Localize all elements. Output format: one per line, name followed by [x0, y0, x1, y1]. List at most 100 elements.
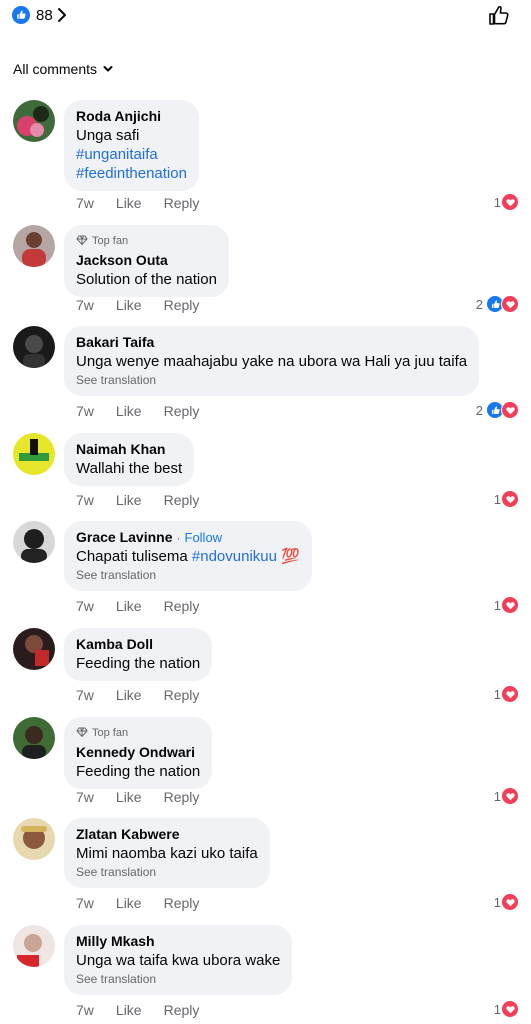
comment-reactions[interactable]: 1 [494, 596, 519, 614]
comment-text: Solution of the nation [76, 271, 217, 288]
follow-button[interactable]: Follow [185, 530, 223, 545]
see-translation-link[interactable]: See translation [76, 372, 467, 388]
reaction-count: 1 [493, 894, 501, 910]
comment-actions: 7w Like Reply [76, 789, 199, 805]
avatar[interactable] [13, 521, 55, 563]
comment-text: Feeding the nation [76, 655, 201, 672]
comment-text: Mimi naomba kazi uko taifa [76, 845, 258, 862]
reaction-count: 1 [493, 788, 501, 804]
comment-text: Unga safi [76, 127, 140, 144]
comment-actions: 7w Like Reply [76, 895, 199, 911]
comment-reactions[interactable]: 2 [476, 401, 519, 419]
comment-reactions[interactable]: 1 [494, 787, 519, 805]
reaction-count: 1 [493, 686, 501, 702]
comment-author[interactable]: Grace Lavinne [76, 528, 173, 547]
avatar[interactable] [13, 433, 55, 475]
reply-action[interactable]: Reply [164, 492, 200, 508]
like-action[interactable]: Like [116, 598, 142, 614]
comment-actions: 7w Like Reply [76, 687, 199, 703]
comment-actions: 7w Like Reply [76, 195, 199, 211]
like-action[interactable]: Like [116, 492, 142, 508]
filter-label: All comments [13, 61, 98, 77]
reply-action[interactable]: Reply [164, 687, 200, 703]
comment-reactions[interactable]: 1 [494, 193, 519, 211]
chevron-right-icon [57, 6, 71, 24]
comment-time: 7w [76, 598, 94, 614]
reply-action[interactable]: Reply [164, 297, 200, 313]
comment-author[interactable]: Jackson Outa [76, 251, 217, 270]
reply-action[interactable]: Reply [164, 403, 200, 419]
hashtag-link[interactable]: #ndovunikuu [192, 548, 277, 565]
see-translation-link[interactable]: See translation [76, 567, 300, 583]
like-action[interactable]: Like [116, 687, 142, 703]
reply-action[interactable]: Reply [164, 598, 200, 614]
like-action[interactable]: Like [116, 195, 142, 211]
author-row: Grace Lavinne · Follow [76, 528, 300, 547]
comment-bubble: Bakari Taifa Unga wenye maahajabu yake n… [64, 326, 480, 396]
reaction-count: 1 [493, 491, 501, 507]
like-action[interactable]: Like [116, 895, 142, 911]
comment-bubble: Roda Anjichi Unga safi #unganitaifa #fee… [64, 100, 199, 191]
comment-reactions[interactable]: 1 [494, 1000, 519, 1018]
comment-author[interactable]: Naimah Khan [76, 440, 182, 459]
love-icon [501, 685, 519, 703]
reply-action[interactable]: Reply [164, 195, 200, 211]
comment-filter-dropdown[interactable]: All comments [13, 60, 113, 78]
comment-reactions[interactable]: 2 [476, 295, 519, 313]
see-translation-link[interactable]: See translation [76, 971, 280, 987]
reaction-count: 2 [475, 296, 483, 312]
thumbs-up-outline-icon [487, 6, 511, 32]
diamond-icon [76, 232, 88, 250]
love-icon [501, 596, 519, 614]
comment-time: 7w [76, 492, 94, 508]
like-action[interactable]: Like [116, 297, 142, 313]
comment-reactions[interactable]: 1 [494, 893, 519, 911]
like-button[interactable] [487, 4, 511, 28]
comment-time: 7w [76, 687, 94, 703]
comment-actions: 7w Like Reply [76, 1002, 199, 1018]
like-action[interactable]: Like [116, 789, 142, 805]
avatar[interactable] [13, 925, 55, 967]
see-translation-link[interactable]: See translation [76, 864, 258, 880]
comment-author[interactable]: Roda Anjichi [76, 107, 187, 126]
reaction-count: 1 [493, 1001, 501, 1017]
avatar[interactable] [13, 100, 55, 142]
comment-actions: 7w Like Reply [76, 403, 199, 419]
comment-author[interactable]: Zlatan Kabwere [76, 825, 258, 844]
avatar[interactable] [13, 818, 55, 860]
diamond-icon [76, 724, 88, 742]
comment-text-body: Chapati tulisema [76, 548, 192, 565]
comment-author[interactable]: Milly Mkash [76, 932, 280, 951]
avatar[interactable] [13, 628, 55, 670]
comment-text: Unga wa taifa kwa ubora wake [76, 952, 281, 969]
comment-bubble: Naimah Khan Wallahi the best [64, 433, 195, 486]
like-action[interactable]: Like [116, 403, 142, 419]
separator-dot: · [176, 530, 181, 545]
comment-text: Chapati tulisema #ndovunikuu 💯 [76, 547, 300, 566]
avatar[interactable] [13, 326, 55, 368]
like-action[interactable]: Like [116, 1002, 142, 1018]
avatar[interactable] [13, 225, 55, 267]
comment-author[interactable]: Kamba Doll [76, 635, 200, 654]
like-icon [12, 6, 30, 24]
comment-author[interactable]: Kennedy Ondwari [76, 743, 200, 762]
reply-action[interactable]: Reply [164, 1002, 200, 1018]
hashtag-link[interactable]: #feedinthenation [76, 164, 187, 183]
comment-reactions[interactable]: 1 [494, 685, 519, 703]
top-fan-badge: Top fan [76, 724, 200, 742]
comment-reactions[interactable]: 1 [494, 490, 519, 508]
comment-text: Wallahi the best [76, 460, 183, 477]
comment-author[interactable]: Bakari Taifa [76, 333, 467, 352]
reply-action[interactable]: Reply [164, 895, 200, 911]
comment-time: 7w [76, 789, 94, 805]
reaction-summary[interactable]: 88 [12, 6, 71, 24]
love-icon [501, 893, 519, 911]
comment-time: 7w [76, 1002, 94, 1018]
comment-time: 7w [76, 195, 94, 211]
avatar[interactable] [13, 717, 55, 759]
love-icon [501, 1000, 519, 1018]
hashtag-link[interactable]: #unganitaifa [76, 145, 187, 164]
top-fan-label: Top fan [92, 235, 129, 247]
top-fan-badge: Top fan [76, 232, 217, 250]
reply-action[interactable]: Reply [164, 789, 200, 805]
